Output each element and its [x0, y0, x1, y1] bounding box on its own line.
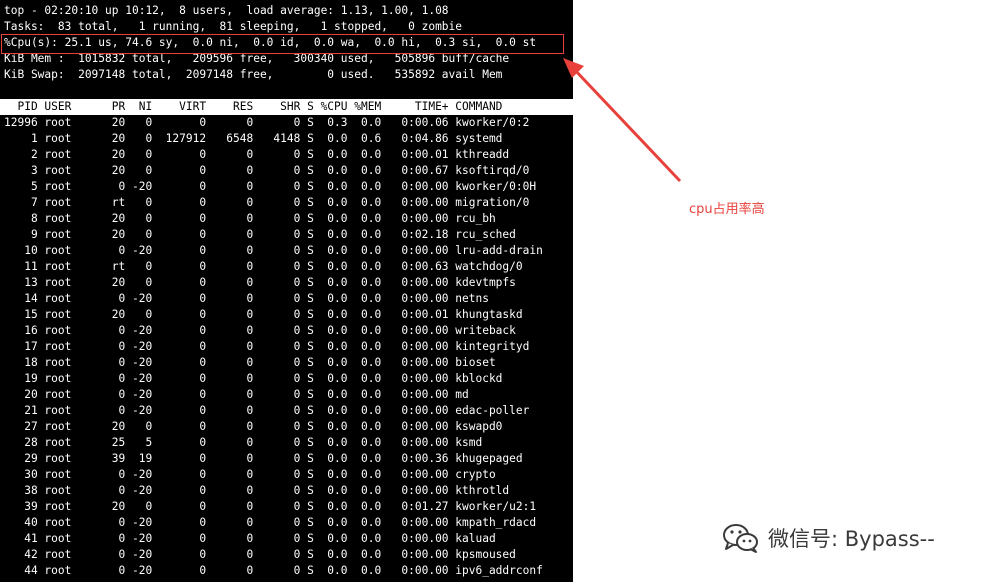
annotation-label: cpu占用率高 — [689, 202, 765, 217]
annotation-arrow — [563, 58, 682, 183]
watermark: 微信号: Bypass-- — [722, 518, 935, 558]
watermark-text: 微信号: Bypass-- — [768, 527, 935, 551]
wechat-icon — [723, 524, 758, 553]
